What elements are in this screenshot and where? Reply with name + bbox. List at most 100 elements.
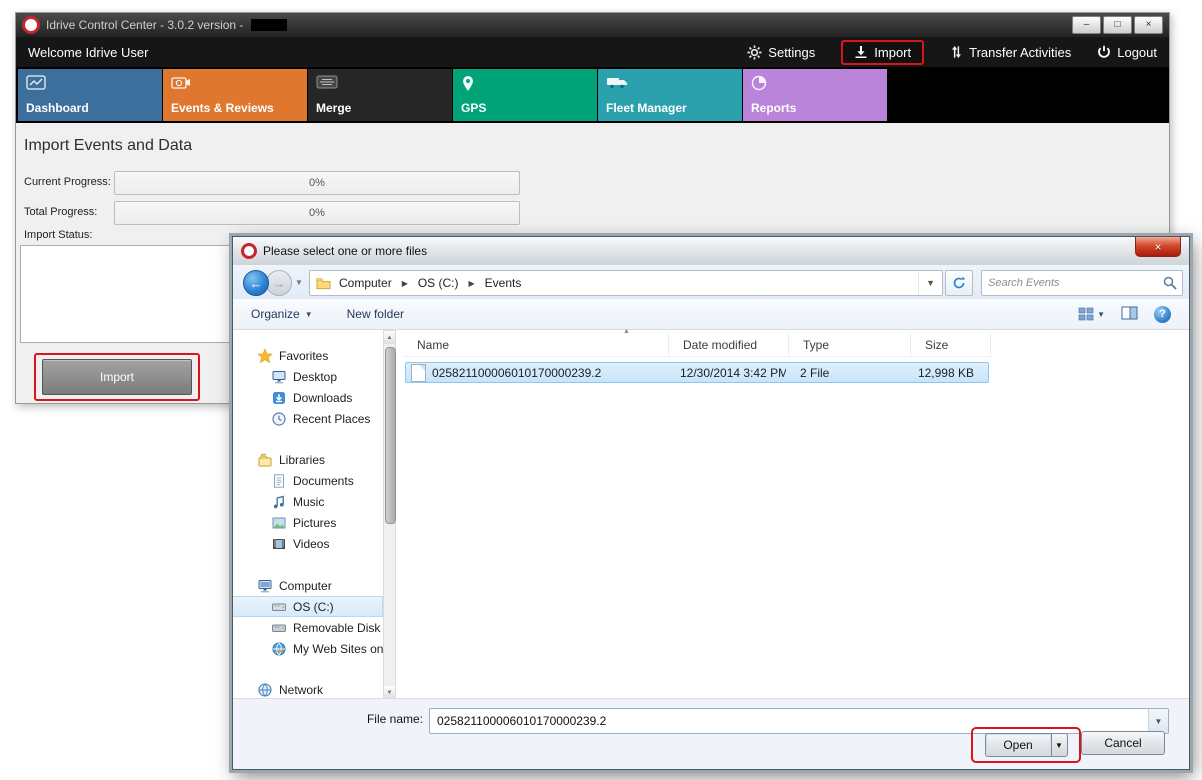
tile-merge[interactable]: Merge [308,69,452,121]
file-row-selected[interactable]: 025821100006010170000239.2 12/30/2014 3:… [405,362,989,383]
scrollbar-thumb[interactable] [385,347,396,524]
picture-icon [271,515,287,531]
help-button[interactable]: ? [1154,306,1171,323]
sidebar-label: Libraries [279,453,325,467]
total-progress-label: Total Progress: [24,206,97,218]
hard-disk-icon [271,599,287,615]
dialog-titlebar[interactable]: Please select one or more files × [233,237,1189,265]
file-name-input[interactable] [430,714,1148,728]
back-button[interactable]: ← [243,270,269,296]
main-titlebar[interactable]: Idrive Control Center - 3.0.2 version - … [16,13,1169,37]
settings-menu-item[interactable]: Settings [747,45,815,60]
current-progress-value: 0% [309,177,325,189]
sidebar-scrollbar[interactable]: ▲ ▼ [383,330,396,700]
search-box[interactable] [981,270,1183,296]
forward-button[interactable]: → [266,270,292,296]
sidebar-item-downloads[interactable]: Downloads [233,387,383,408]
column-header-name[interactable]: Name [403,334,669,356]
sidebar-item-desktop[interactable]: Desktop [233,366,383,387]
sidebar-item-pictures[interactable]: Pictures [233,512,383,533]
history-dropdown-icon[interactable]: ▼ [295,278,303,287]
dialog-body: Favorites Desktop Downloads Recent Place… [233,330,1189,700]
file-open-dialog: Please select one or more files × ← → ▼ … [232,236,1190,770]
sidebar-item-recent-places[interactable]: Recent Places [233,408,383,429]
file-date-cell: 12/30/2014 3:42 PM [666,366,786,380]
breadcrumb-events[interactable]: Events [477,271,530,295]
gear-icon [747,45,762,60]
sidebar-label: Removable Disk ( [293,621,383,635]
sidebar-item-removable-disk[interactable]: Removable Disk ( [233,617,383,638]
import-menu-item[interactable]: Import [854,45,911,60]
nav-tile-strip: Dashboard Events & Reviews Merge GPS Fle… [16,67,1169,123]
import-button[interactable]: Import [42,359,192,395]
column-header-size[interactable]: Size [911,334,991,356]
redacted-text-block [251,19,287,31]
tile-dashboard[interactable]: Dashboard [18,69,162,121]
film-icon [271,536,287,552]
address-dropdown-icon[interactable]: ▼ [918,271,942,295]
breadcrumb[interactable]: Computer ▶ OS (C:) ▶ Events ▼ [309,270,943,296]
gps-pin-icon [461,75,475,92]
command-toolbar: Organize ▼ New folder ▼ ? [233,299,1189,330]
sidebar-item-my-web-sites[interactable]: My Web Sites on [233,638,383,659]
sidebar-item-os-c[interactable]: OS (C:) [233,596,383,617]
sidebar-group-libraries[interactable]: Libraries [233,449,383,470]
tile-gps[interactable]: GPS [453,69,597,121]
organize-menu[interactable]: Organize ▼ [251,307,313,321]
sidebar-item-music[interactable]: Music [233,491,383,512]
column-header-date-modified[interactable]: Date modified [669,334,789,356]
breadcrumb-separator-icon: ▶ [400,279,410,288]
dialog-logo-icon [241,243,257,259]
views-button[interactable]: ▼ [1078,307,1105,321]
column-headers: Name Date modified Type Size [403,334,991,357]
tile-reports[interactable]: Reports [743,69,887,121]
sidebar-group-computer[interactable]: Computer [233,575,383,596]
sidebar-label: Downloads [293,391,352,405]
preview-pane-button[interactable] [1121,306,1138,323]
open-split-dropdown[interactable]: ▼ [1051,733,1068,757]
minimize-button[interactable]: – [1072,16,1101,34]
sidebar-label: Pictures [293,516,336,530]
file-name-dropdown-icon[interactable]: ▼ [1148,709,1168,733]
dashboard-chart-icon [26,75,46,90]
scroll-up-icon[interactable]: ▲ [384,331,395,344]
music-note-icon [271,494,287,510]
transfer-activities-menu-item[interactable]: Transfer Activities [950,45,1071,60]
open-button[interactable]: Open [985,733,1051,757]
sidebar-item-videos[interactable]: Videos [233,533,383,554]
sidebar-group-network[interactable]: Network [233,679,383,700]
file-name-cell: 025821100006010170000239.2 [426,366,666,380]
web-globe-icon [271,641,287,657]
tile-reports-label: Reports [751,101,796,115]
tile-events-reviews[interactable]: Events & Reviews [163,69,307,121]
close-button[interactable]: × [1134,16,1163,34]
document-icon [271,473,287,489]
import-download-icon [854,45,868,59]
logout-menu-item[interactable]: Logout [1097,45,1157,60]
sidebar-label: Videos [293,537,329,551]
reports-pie-icon [751,75,767,91]
fleet-truck-icon [606,75,628,89]
screen: Idrive Control Center - 3.0.2 version - … [0,0,1202,780]
top-menubar: Welcome Idrive User Settings Import Tran… [16,37,1169,67]
dialog-close-button[interactable]: × [1135,237,1181,257]
organize-label: Organize [251,307,300,321]
new-folder-button[interactable]: New folder [347,307,404,321]
refresh-button[interactable] [945,270,973,296]
breadcrumb-os-c[interactable]: OS (C:) [410,271,467,295]
star-icon [257,348,273,364]
column-header-type[interactable]: Type [789,334,911,356]
cancel-button[interactable]: Cancel [1081,731,1165,755]
maximize-button[interactable]: □ [1103,16,1132,34]
total-progress-value: 0% [309,207,325,219]
sidebar-group-favorites[interactable]: Favorites [233,345,383,366]
page-title: Import Events and Data [24,137,192,155]
organize-dropdown-icon: ▼ [305,310,313,319]
sidebar-item-documents[interactable]: Documents [233,470,383,491]
search-input[interactable] [982,277,1163,289]
tile-fleet-manager[interactable]: Fleet Manager [598,69,742,121]
sidebar-label: Recent Places [293,412,370,426]
breadcrumb-computer[interactable]: Computer [331,271,400,295]
search-icon [1163,276,1177,290]
annotation-import-button: Import [34,353,200,401]
